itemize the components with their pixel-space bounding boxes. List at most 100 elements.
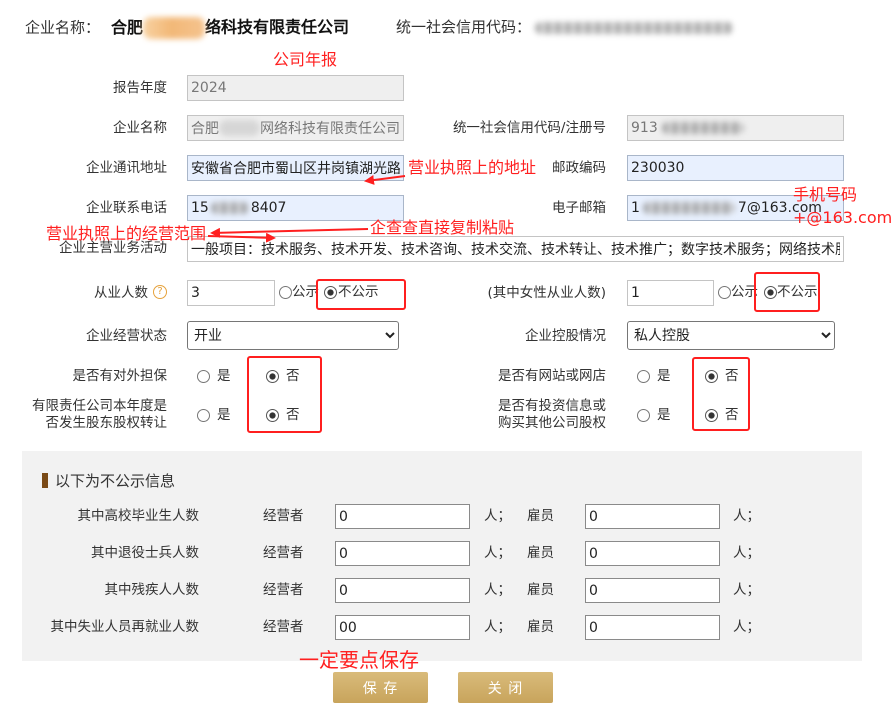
investment-label-line: 是否有投资信息或 xyxy=(498,398,606,414)
equity-transfer-label: 有限责任公司本年度是 否发生股东股权转让 xyxy=(32,398,167,432)
phone-value-start: 15 xyxy=(191,200,209,216)
email-value-start: 1 xyxy=(631,200,640,216)
unit-label: 人； xyxy=(733,619,760,635)
holding-status-label: 企业控股情况 xyxy=(525,328,606,344)
website-yes-radio[interactable] xyxy=(637,370,650,383)
unit-label: 人； xyxy=(484,545,511,561)
credit-code-value-start: 913 xyxy=(631,120,658,136)
operating-status-label: 企业经营状态 xyxy=(86,328,167,344)
investment-label-line: 购买其他公司股权 xyxy=(498,415,606,431)
disabled-persons-employee-input[interactable] xyxy=(585,578,720,603)
female-employees-input[interactable] xyxy=(627,280,714,306)
section-title-bar xyxy=(42,473,48,488)
operator-label: 经营者 xyxy=(263,545,304,561)
header-company-name-end: 络科技有限责任公司 xyxy=(205,17,350,37)
phone-label: 企业联系电话 xyxy=(86,200,167,216)
company-name-value-start: 合肥 xyxy=(191,121,219,137)
report-year-field xyxy=(187,75,404,101)
credit-code-label: 统一社会信用代码/注册号 xyxy=(452,120,606,136)
veterans-employee-input[interactable] xyxy=(585,541,720,566)
external-guarantee-yes-label: 是 xyxy=(217,368,231,384)
employee-label: 雇员 xyxy=(527,582,554,598)
redaction-mask xyxy=(143,17,206,39)
redaction-mask xyxy=(661,122,744,134)
operator-label: 经营者 xyxy=(263,582,304,598)
external-guarantee-label: 是否有对外担保 xyxy=(72,368,168,384)
unit-label: 人； xyxy=(733,582,760,598)
highlight-box xyxy=(754,272,820,312)
company-name-value-end: 网络科技有限责任公司 xyxy=(260,121,400,137)
annotation-email-hint-line1: 手机号码 xyxy=(793,185,858,204)
employees-public-radio[interactable] xyxy=(279,286,292,299)
private-row-label: 其中失业人员再就业人数 xyxy=(50,619,200,635)
annotation-scope-hint: 营业执照上的经营范围 xyxy=(46,224,207,243)
disabled-persons-operator-input[interactable] xyxy=(335,578,470,603)
unit-label: 人； xyxy=(733,508,760,524)
report-year-label: 报告年度 xyxy=(113,80,167,96)
annotation-email-hint-line2: +@163.com xyxy=(793,208,892,227)
redaction-mask xyxy=(535,21,734,34)
investment-label: 是否有投资信息或 购买其他公司股权 xyxy=(498,398,606,432)
header-credit-code-label: 统一社会信用代码： xyxy=(396,18,532,36)
operating-status-select[interactable]: 开业 xyxy=(187,321,399,350)
operator-label: 经营者 xyxy=(263,619,304,635)
email-label: 电子邮箱 xyxy=(552,200,606,216)
highlight-box xyxy=(316,279,406,310)
external-guarantee-yes-radio[interactable] xyxy=(197,370,210,383)
operator-label: 经营者 xyxy=(263,508,304,524)
annotation-title: 公司年报 xyxy=(273,50,338,69)
address-label: 企业通讯地址 xyxy=(86,160,167,176)
redaction-mask xyxy=(219,120,260,136)
company-name-field: 合肥 网络科技有限责任公司 xyxy=(187,115,404,141)
company-name-label: 企业名称 xyxy=(113,120,167,136)
header-company-label: 企业名称： xyxy=(25,18,101,37)
veterans-operator-input[interactable] xyxy=(335,541,470,566)
private-row-label: 其中残疾人人数 xyxy=(104,582,200,598)
credit-code-field: 913 xyxy=(627,115,844,141)
investment-yes-label: 是 xyxy=(657,407,671,423)
employees-public-label: 公示 xyxy=(292,284,319,300)
unit-label: 人； xyxy=(484,619,511,635)
equity-transfer-label-line: 有限责任公司本年度是 xyxy=(32,398,167,414)
main-business-input[interactable] xyxy=(187,236,844,262)
employee-label: 雇员 xyxy=(527,545,554,561)
header-credit-code: 统一社会信用代码： xyxy=(396,17,734,37)
annotation-address-hint: 营业执照上的地址 xyxy=(408,158,537,177)
employee-label: 雇员 xyxy=(527,508,554,524)
website-yes-label: 是 xyxy=(657,368,671,384)
redaction-mask xyxy=(642,202,735,214)
postal-code-input[interactable] xyxy=(627,155,844,181)
graduates-operator-input[interactable] xyxy=(335,504,470,529)
private-row-label: 其中高校毕业生人数 xyxy=(77,508,200,524)
employees-label: 从业人数 xyxy=(94,285,148,301)
highlight-box xyxy=(247,356,322,433)
graduates-employee-input[interactable] xyxy=(585,504,720,529)
unit-label: 人； xyxy=(484,508,511,524)
close-button[interactable]: 关 闭 xyxy=(458,672,553,703)
investment-yes-radio[interactable] xyxy=(637,409,650,422)
postal-code-label: 邮政编码 xyxy=(552,160,606,176)
annotation-copy-hint: 企查查直接复制粘贴 xyxy=(370,218,515,237)
equity-transfer-yes-radio[interactable] xyxy=(197,409,210,422)
address-input[interactable] xyxy=(187,155,404,181)
private-row-label: 其中退役士兵人数 xyxy=(91,545,199,561)
equity-transfer-yes-label: 是 xyxy=(217,407,231,423)
female-employees-public-radio[interactable] xyxy=(718,286,731,299)
reemployed-employee-input[interactable] xyxy=(585,615,720,640)
help-icon[interactable] xyxy=(153,285,167,299)
unit-label: 人； xyxy=(733,545,760,561)
save-button[interactable]: 保 存 xyxy=(333,672,428,703)
phone-value-end: 8407 xyxy=(250,200,287,216)
annotation-save-hint: 一定要点保存 xyxy=(299,648,419,672)
header-company-name-start: 合肥 xyxy=(111,17,144,37)
employees-input[interactable] xyxy=(187,280,275,306)
highlight-box xyxy=(692,357,750,431)
equity-transfer-label-line: 否发生股东股权转让 xyxy=(45,415,168,431)
female-employees-label: (其中女性从业人数) xyxy=(487,285,606,301)
copy-hint-arrow xyxy=(210,227,369,238)
reemployed-operator-input[interactable] xyxy=(335,615,470,640)
redaction-mask xyxy=(210,202,249,214)
private-info-title: 以下为不公示信息 xyxy=(55,472,176,490)
holding-status-select[interactable]: 私人控股 xyxy=(627,321,835,350)
unit-label: 人； xyxy=(484,582,511,598)
